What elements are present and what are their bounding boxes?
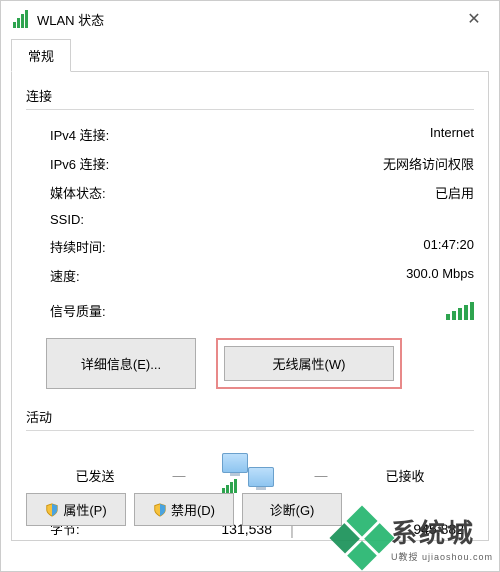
details-button[interactable]: 详细信息(E)...: [46, 338, 196, 389]
close-button[interactable]: ✕: [451, 4, 497, 34]
wireless-properties-button[interactable]: 无线属性(W): [224, 346, 394, 381]
properties-button[interactable]: 属性(P): [26, 493, 126, 526]
disable-button[interactable]: 禁用(D): [134, 493, 234, 526]
tab-strip: 常规: [1, 37, 499, 72]
window-title: WLAN 状态: [37, 10, 451, 29]
ipv4-row: IPv4 连接: Internet: [26, 120, 474, 149]
connection-section-title: 连接: [26, 86, 474, 105]
media-label: 媒体状态:: [50, 183, 106, 202]
signal-row: 信号质量:: [26, 290, 474, 334]
sent-label: 已发送: [50, 466, 140, 485]
titlebar: WLAN 状态 ✕: [1, 1, 499, 37]
network-activity-icon: [218, 453, 282, 497]
ipv6-label: IPv6 连接:: [50, 154, 109, 173]
ipv6-value: 无网络访问权限: [383, 154, 474, 173]
divider: [26, 109, 474, 110]
recv-label: 已接收: [360, 466, 450, 485]
ipv4-label: IPv4 连接:: [50, 125, 109, 144]
duration-value: 01:47:20: [423, 237, 474, 256]
properties-label: 属性(P): [63, 500, 106, 519]
ssid-label: SSID:: [50, 212, 84, 227]
signal-strength-icon: [444, 300, 474, 320]
wifi-icon: [13, 10, 31, 28]
media-value: 已启用: [435, 183, 474, 202]
activity-divider: —: [164, 468, 194, 483]
duration-row: 持续时间: 01:47:20: [26, 232, 474, 261]
activity-divider: —: [306, 468, 336, 483]
ssid-row: SSID:: [26, 207, 474, 232]
tab-general[interactable]: 常规: [11, 39, 71, 72]
bottom-buttons: 属性(P) 禁用(D) 诊断(G): [26, 493, 342, 526]
activity-section-title: 活动: [26, 407, 474, 426]
shield-icon: [153, 503, 167, 517]
divider: [26, 430, 474, 431]
speed-row: 速度: 300.0 Mbps: [26, 261, 474, 290]
highlight-box: 无线属性(W): [216, 338, 402, 389]
ipv4-value: Internet: [430, 125, 474, 144]
diagnose-button[interactable]: 诊断(G): [242, 493, 342, 526]
wlan-status-window: WLAN 状态 ✕ 常规 连接 IPv4 连接: Internet IPv6 连…: [0, 0, 500, 572]
ipv6-row: IPv6 连接: 无网络访问权限: [26, 149, 474, 178]
watermark-sub: U教授 ujiaoshou.com: [391, 550, 493, 563]
duration-label: 持续时间:: [50, 237, 106, 256]
disable-label: 禁用(D): [171, 500, 215, 519]
signal-label: 信号质量:: [50, 301, 106, 320]
speed-value: 300.0 Mbps: [406, 266, 474, 285]
connection-buttons: 详细信息(E)... 无线属性(W): [26, 334, 474, 407]
shield-icon: [45, 503, 59, 517]
diagnose-label: 诊断(G): [270, 500, 315, 519]
speed-label: 速度:: [50, 266, 80, 285]
tab-content: 连接 IPv4 连接: Internet IPv6 连接: 无网络访问权限 媒体…: [11, 71, 489, 541]
media-row: 媒体状态: 已启用: [26, 178, 474, 207]
